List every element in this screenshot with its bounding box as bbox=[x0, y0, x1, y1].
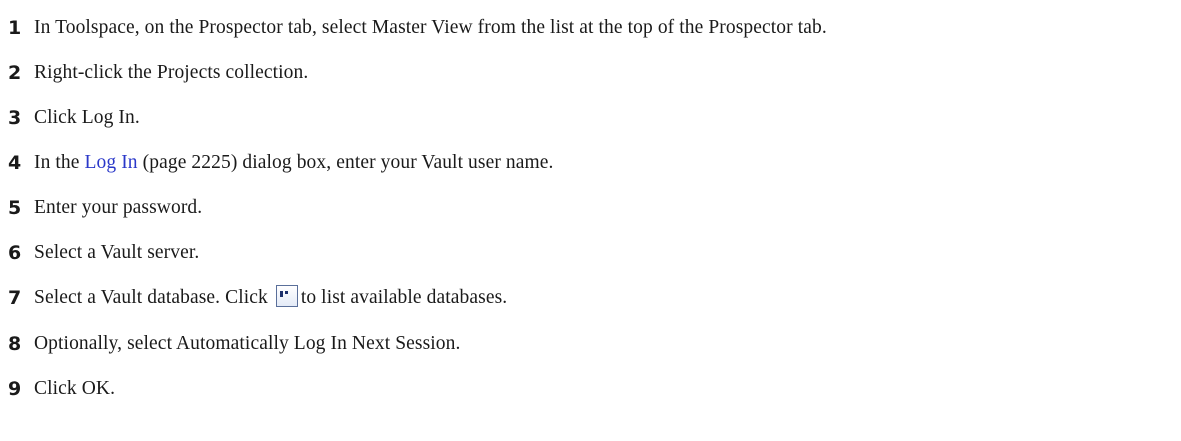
step-number: 2 bbox=[8, 62, 22, 84]
step-4: 4 In the Log In (page 2225) dialog box, … bbox=[8, 148, 554, 178]
step-number: 1 bbox=[8, 17, 22, 39]
step-number: 7 bbox=[8, 287, 22, 309]
step-text: Click Log In. bbox=[34, 107, 140, 128]
step-text: Right-click the Projects collection. bbox=[34, 62, 309, 83]
step-number: 9 bbox=[8, 378, 22, 400]
step-text: Click OK. bbox=[34, 378, 116, 399]
step-text: In the Log In (page 2225) dialog box, en… bbox=[34, 152, 554, 174]
step-number: 4 bbox=[8, 152, 22, 174]
step-2: 2 Right-click the Projects collection. bbox=[8, 58, 308, 88]
step-text-after: to list available databases. bbox=[300, 286, 508, 308]
log-in-link[interactable]: Log In bbox=[85, 152, 138, 173]
step-text-before: Select a Vault database. Click bbox=[34, 286, 273, 308]
step-5: 5 Enter your password. bbox=[8, 193, 202, 223]
step-text: Enter your password. bbox=[34, 197, 203, 218]
step-number: 5 bbox=[8, 197, 22, 219]
browse-ellipsis-icon bbox=[275, 284, 298, 307]
step-number: 8 bbox=[8, 333, 22, 355]
step-9: 9 Click OK. bbox=[8, 374, 115, 404]
step-text-after: (page 2225) dialog box, enter your Vault… bbox=[137, 152, 554, 173]
step-text-before: In the bbox=[34, 152, 85, 173]
step-text: Select a Vault server. bbox=[34, 242, 200, 263]
step-number: 3 bbox=[8, 107, 22, 129]
step-6: 6 Select a Vault server. bbox=[8, 238, 199, 268]
step-7: 7 Select a Vault database. Click to list… bbox=[8, 283, 507, 313]
step-number: 6 bbox=[8, 242, 22, 264]
step-text: In Toolspace, on the Prospector tab, sel… bbox=[34, 17, 827, 38]
step-3: 3 Click Log In. bbox=[8, 103, 140, 133]
step-text: Select a Vault database. Click to list a… bbox=[34, 284, 508, 310]
step-text: Optionally, select Automatically Log In … bbox=[34, 333, 461, 354]
step-8: 8 Optionally, select Automatically Log I… bbox=[8, 329, 460, 359]
step-1: 1 In Toolspace, on the Prospector tab, s… bbox=[8, 13, 827, 43]
